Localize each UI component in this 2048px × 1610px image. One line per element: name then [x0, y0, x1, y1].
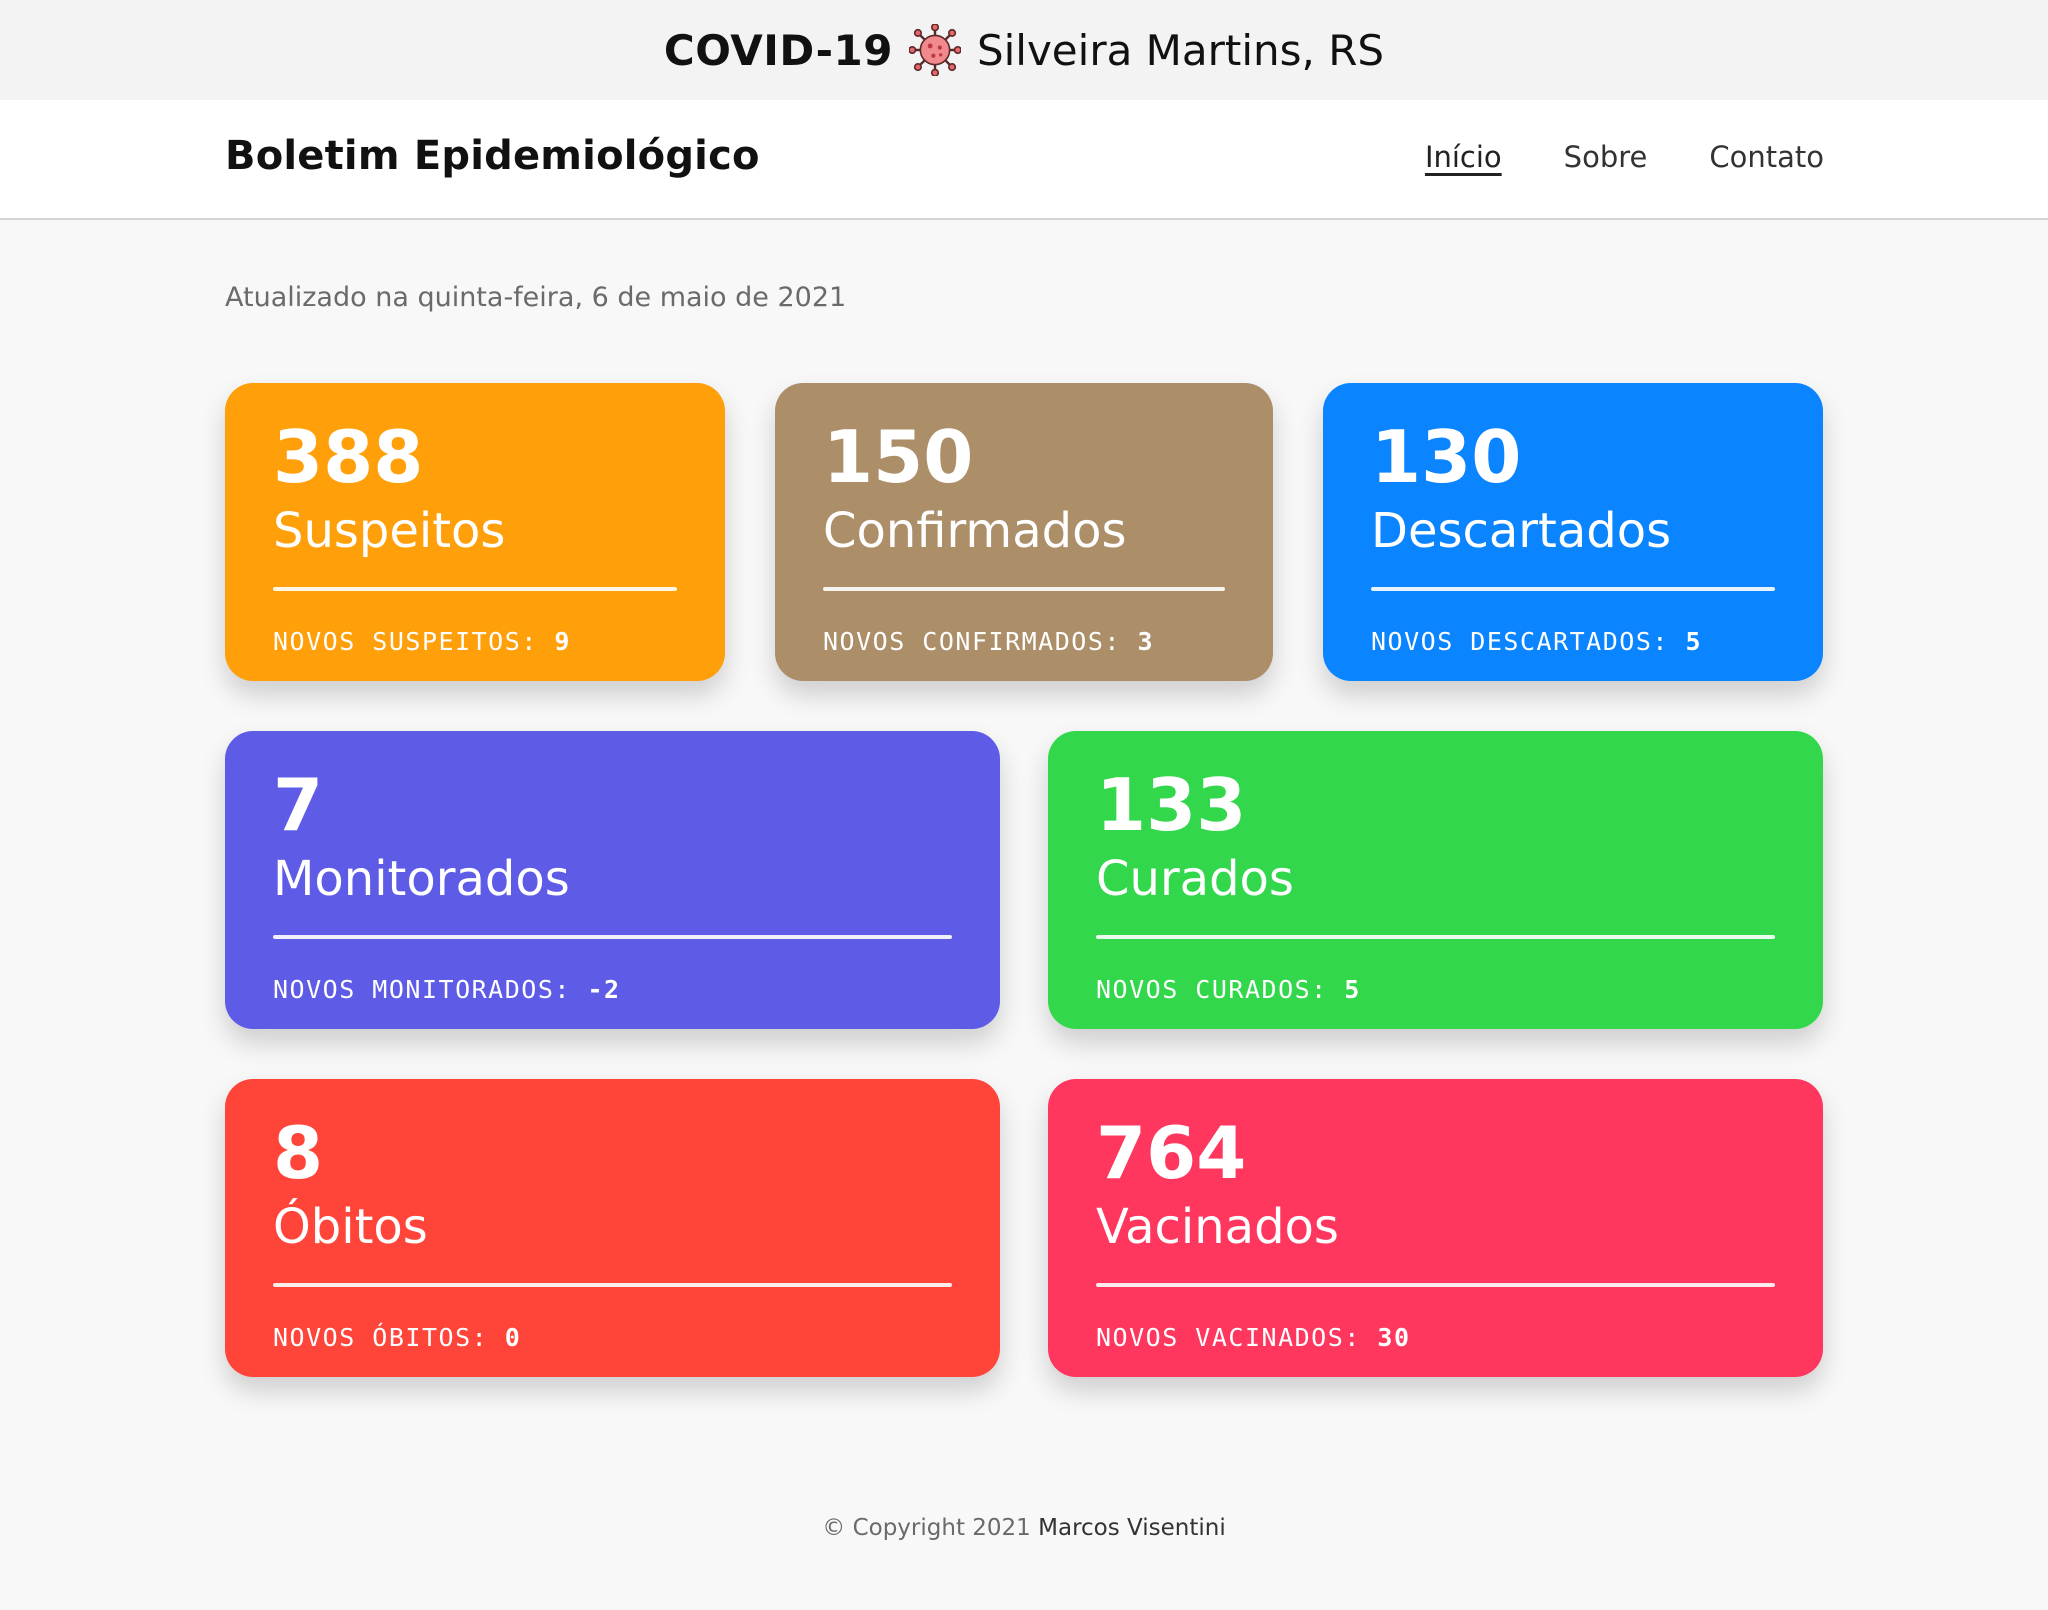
card-new-line: NOVOS VACINADOS: 30 — [1096, 1325, 1411, 1350]
card-new-label: NOVOS DESCARTADOS: — [1371, 627, 1669, 656]
footer-author-link[interactable]: Marcos Visentini — [1038, 1515, 1226, 1541]
brand-title[interactable]: Boletim Epidemiológico — [225, 133, 760, 179]
footer-copyright: © Copyright 2021 — [822, 1515, 1031, 1541]
nav-link-sobre[interactable]: Sobre — [1564, 140, 1648, 174]
updated-date: Atualizado na quinta-feira, 6 de maio de… — [225, 282, 847, 313]
card-new-line: NOVOS DESCARTADOS: 5 — [1371, 629, 1702, 654]
card-new-label: NOVOS CONFIRMADOS: — [823, 627, 1121, 656]
card-divider — [273, 935, 952, 939]
footer: © Copyright 2021 Marcos Visentini — [0, 1515, 2048, 1541]
card-label: Confirmados — [823, 503, 1127, 559]
card-count: 130 — [1371, 415, 1522, 499]
card-new-line: NOVOS CURADOS: 5 — [1096, 977, 1361, 1002]
card-divider — [1096, 1283, 1775, 1287]
card-curados: 133 Curados NOVOS CURADOS: 5 — [1048, 731, 1823, 1029]
card-suspeitos: 388 Suspeitos NOVOS SUSPEITOS: 9 — [225, 383, 725, 681]
card-new-value: -2 — [587, 975, 621, 1004]
card-count: 8 — [273, 1111, 324, 1195]
card-confirmados: 150 Confirmados NOVOS CONFIRMADOS: 3 — [775, 383, 1273, 681]
card-vacinados: 764 Vacinados NOVOS VACINADOS: 30 — [1048, 1079, 1823, 1377]
top-title-bar: COVID-19 Silveira Martins, RS — [0, 0, 2048, 100]
card-count: 388 — [273, 415, 424, 499]
card-label: Curados — [1096, 851, 1294, 907]
card-divider — [1371, 587, 1775, 591]
nav-links: Início Sobre Contato — [1425, 140, 1824, 174]
card-new-line: NOVOS ÓBITOS: 0 — [273, 1325, 521, 1350]
card-new-line: NOVOS CONFIRMADOS: 3 — [823, 629, 1154, 654]
card-new-value: 0 — [504, 1323, 522, 1352]
card-count: 133 — [1096, 763, 1247, 847]
card-divider — [823, 587, 1225, 591]
card-obitos: 8 Óbitos NOVOS ÓBITOS: 0 — [225, 1079, 1000, 1377]
card-descartados: 130 Descartados NOVOS DESCARTADOS: 5 — [1323, 383, 1823, 681]
card-divider — [273, 587, 677, 591]
card-new-label: NOVOS MONITORADOS: — [273, 975, 571, 1004]
title-covid: COVID-19 — [663, 25, 893, 75]
navbar: Boletim Epidemiológico Início Sobre Cont… — [0, 100, 2048, 220]
virus-icon — [908, 24, 961, 76]
nav-link-inicio[interactable]: Início — [1425, 140, 1502, 174]
card-new-line: NOVOS MONITORADOS: -2 — [273, 977, 621, 1002]
card-divider — [1096, 935, 1775, 939]
nav-link-contato[interactable]: Contato — [1709, 140, 1824, 174]
card-count: 150 — [823, 415, 974, 499]
card-label: Vacinados — [1096, 1199, 1339, 1255]
card-new-label: NOVOS SUSPEITOS: — [273, 627, 538, 656]
card-label: Suspeitos — [273, 503, 506, 559]
card-divider — [273, 1283, 952, 1287]
card-label: Descartados — [1371, 503, 1672, 559]
card-new-value: 3 — [1137, 627, 1155, 656]
card-new-value: 9 — [554, 627, 571, 656]
card-label: Óbitos — [273, 1199, 428, 1255]
card-new-value: 5 — [1344, 975, 1361, 1004]
card-count: 764 — [1096, 1111, 1247, 1195]
card-new-label: NOVOS VACINADOS: — [1096, 1323, 1361, 1352]
card-new-label: NOVOS ÓBITOS: — [273, 1323, 489, 1352]
card-new-value: 30 — [1377, 1323, 1411, 1352]
title-city: Silveira Martins, RS — [976, 25, 1385, 75]
card-label: Monitorados — [273, 851, 570, 907]
card-new-value: 5 — [1685, 627, 1703, 656]
card-new-line: NOVOS SUSPEITOS: 9 — [273, 629, 571, 654]
card-monitorados: 7 Monitorados NOVOS MONITORADOS: -2 — [225, 731, 1000, 1029]
card-count: 7 — [273, 763, 324, 847]
card-new-label: NOVOS CURADOS: — [1096, 975, 1328, 1004]
